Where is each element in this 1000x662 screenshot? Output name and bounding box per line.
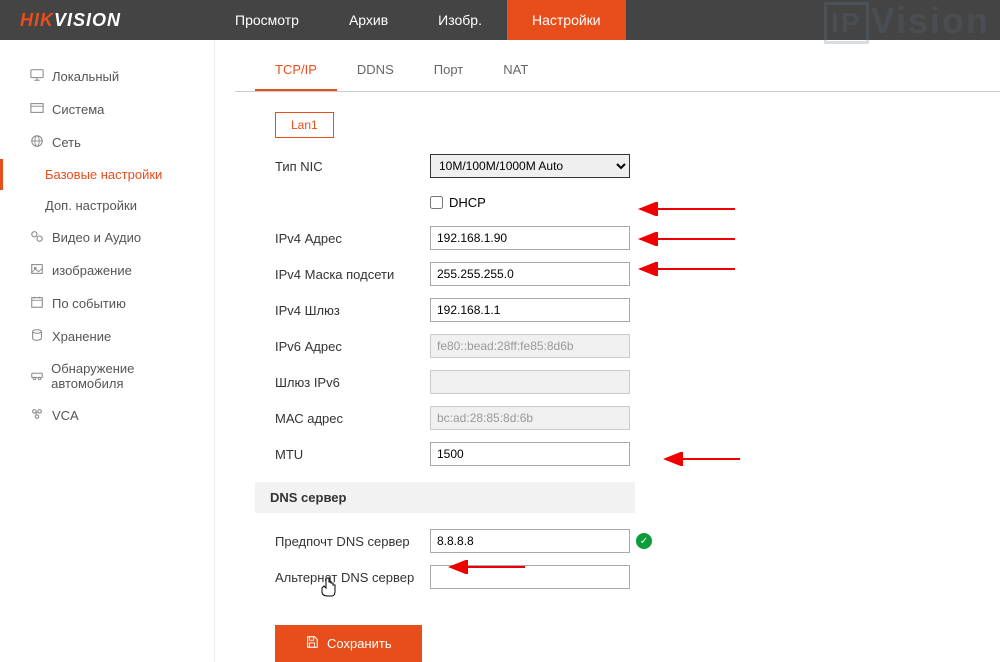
label-nic-type: Тип NIC (275, 159, 430, 174)
row-alt-dns: Альтернат DNS сервер (275, 564, 1000, 590)
sidebar-item-image[interactable]: изображение (0, 254, 214, 287)
save-button-label: Сохранить (327, 636, 392, 651)
tab-nat[interactable]: NAT (483, 50, 548, 91)
sidebar-item-network[interactable]: Сеть (0, 126, 214, 159)
dns-section-header: DNS сервер (255, 482, 635, 513)
checkbox-dhcp[interactable] (430, 196, 443, 209)
save-icon (305, 635, 319, 652)
lan-tab-1[interactable]: Lan1 (275, 112, 334, 138)
video-audio-icon (30, 229, 52, 246)
label-mtu: MTU (275, 447, 430, 462)
logo-prefix: HIK (20, 10, 54, 30)
lan-tabs: Lan1 (275, 112, 1000, 138)
content: TCP/IP DDNS Порт NAT Lan1 Тип NIC 10M/10… (215, 40, 1000, 662)
top-menu-preview[interactable]: Просмотр (210, 0, 324, 40)
tab-ddns[interactable]: DDNS (337, 50, 414, 91)
sidebar-label: Локальный (52, 69, 119, 84)
input-ipv4-mask[interactable] (430, 262, 630, 286)
sidebar-item-vehicle[interactable]: Обнаружение автомобиля (0, 353, 214, 399)
sidebar-label: Обнаружение автомобиля (51, 361, 204, 391)
top-menu-settings[interactable]: Настройки (507, 0, 626, 40)
input-alt-dns[interactable] (430, 565, 630, 589)
row-ipv6-gateway: Шлюз IPv6 (275, 369, 1000, 395)
network-form: Тип NIC 10M/100M/1000M Auto DHCP IPv4 Ад… (275, 153, 1000, 467)
sidebar-label: По событию (52, 296, 126, 311)
input-ipv4-gateway[interactable] (430, 298, 630, 322)
top-menu-image[interactable]: Изобр. (413, 0, 507, 40)
select-nic-type[interactable]: 10M/100M/1000M Auto (430, 154, 630, 178)
input-ipv6-gateway (430, 370, 630, 394)
row-ipv4-gateway: IPv4 Шлюз (275, 297, 1000, 323)
top-menu: Просмотр Архив Изобр. Настройки (210, 0, 626, 40)
sidebar-label: Видео и Аудио (52, 230, 141, 245)
sidebar-label: VCA (52, 408, 79, 423)
dns-form: Предпочт DNS сервер ✓ Альтернат DNS серв… (275, 528, 1000, 590)
globe-icon (30, 134, 52, 151)
sidebar-item-vca[interactable]: VCA (0, 399, 214, 432)
row-ipv4-mask: IPv4 Маска подсети (275, 261, 1000, 287)
input-ipv4-address[interactable] (430, 226, 630, 250)
label-ipv6-gateway: Шлюз IPv6 (275, 375, 430, 390)
label-mac-address: МАС адрес (275, 411, 430, 426)
tab-tcpip[interactable]: TCP/IP (255, 50, 337, 91)
vehicle-icon (30, 368, 51, 385)
label-ipv6-address: IPv6 Адрес (275, 339, 430, 354)
label-alt-dns: Альтернат DNS сервер (275, 570, 430, 585)
tab-port[interactable]: Порт (414, 50, 483, 91)
save-button[interactable]: Сохранить (275, 625, 422, 662)
sidebar: Локальный Система Сеть Базовые настройки… (0, 40, 215, 662)
row-ipv4-address: IPv4 Адрес (275, 225, 1000, 251)
sidebar-item-video-audio[interactable]: Видео и Аудио (0, 221, 214, 254)
row-mtu: MTU (275, 441, 1000, 467)
input-ipv6-address (430, 334, 630, 358)
sidebar-item-advanced-settings[interactable]: Доп. настройки (0, 190, 214, 221)
label-ipv4-address: IPv4 Адрес (275, 231, 430, 246)
sidebar-label: изображение (52, 263, 132, 278)
event-icon (30, 295, 52, 312)
row-preferred-dns: Предпочт DNS сервер ✓ (275, 528, 1000, 554)
storage-icon (30, 328, 52, 345)
sidebar-label: Система (52, 102, 104, 117)
sidebar-item-event[interactable]: По событию (0, 287, 214, 320)
input-preferred-dns[interactable] (430, 529, 630, 553)
row-nic-type: Тип NIC 10M/100M/1000M Auto (275, 153, 1000, 179)
content-tabs: TCP/IP DDNS Порт NAT (235, 50, 1000, 92)
logo: HIKVISION (0, 10, 210, 31)
sidebar-item-system[interactable]: Система (0, 93, 214, 126)
top-nav: HIKVISION Просмотр Архив Изобр. Настройк… (0, 0, 1000, 40)
row-dhcp: DHCP (275, 189, 1000, 215)
check-icon: ✓ (636, 533, 652, 549)
monitor-icon (30, 68, 52, 85)
label-ipv4-gateway: IPv4 Шлюз (275, 303, 430, 318)
sidebar-label: Хранение (52, 329, 111, 344)
sidebar-item-storage[interactable]: Хранение (0, 320, 214, 353)
label-preferred-dns: Предпочт DNS сервер (275, 534, 430, 549)
sidebar-item-local[interactable]: Локальный (0, 60, 214, 93)
image-icon (30, 262, 52, 279)
label-dhcp: DHCP (449, 195, 486, 210)
row-ipv6-address: IPv6 Адрес (275, 333, 1000, 359)
top-menu-archive[interactable]: Архив (324, 0, 413, 40)
vca-icon (30, 407, 52, 424)
sidebar-item-basic-settings[interactable]: Базовые настройки (0, 159, 214, 190)
input-mac-address (430, 406, 630, 430)
logo-suffix: VISION (54, 10, 121, 30)
input-mtu[interactable] (430, 442, 630, 466)
label-ipv4-mask: IPv4 Маска подсети (275, 267, 430, 282)
row-mac-address: МАС адрес (275, 405, 1000, 431)
sidebar-label: Сеть (52, 135, 81, 150)
sidebar-label: Базовые настройки (45, 167, 162, 182)
system-icon (30, 101, 52, 118)
sidebar-label: Доп. настройки (45, 198, 137, 213)
